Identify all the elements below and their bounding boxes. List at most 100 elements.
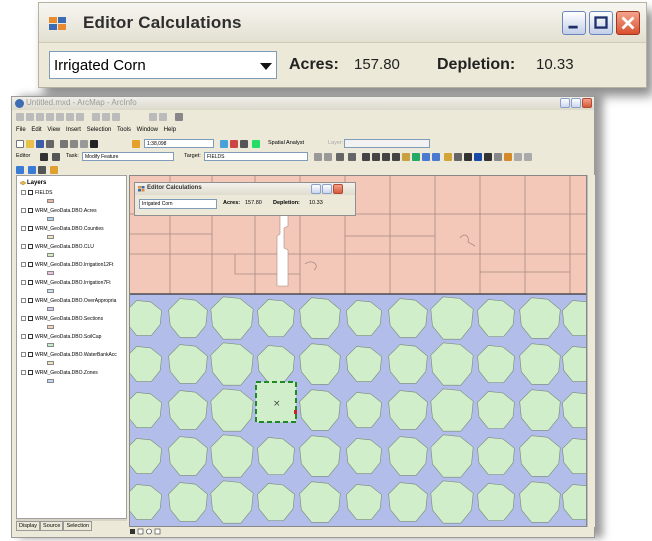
toolbar-icon[interactable] <box>504 153 512 161</box>
toolbar-icon[interactable] <box>392 153 400 161</box>
map-view[interactable]: × Editor Calculations Irrigated Corn Acr… <box>129 175 587 527</box>
menu-help[interactable]: Help <box>164 127 176 133</box>
toc-layer-item[interactable]: WRM_GeoData.DBO.WaterBankAcc <box>21 352 117 362</box>
menu-file[interactable]: File <box>16 127 26 133</box>
toolbar-icon[interactable] <box>26 113 34 121</box>
toolbar-icon[interactable] <box>252 140 260 148</box>
layer-visibility-checkbox[interactable] <box>28 208 33 214</box>
layer-visibility-checkbox[interactable] <box>28 370 33 376</box>
editor-menu[interactable]: Editor <box>16 152 30 161</box>
expand-icon[interactable] <box>21 262 26 268</box>
menu-tools[interactable]: Tools <box>117 127 131 133</box>
toolbar-icon[interactable] <box>336 153 344 161</box>
sketch-tool-icon[interactable] <box>52 153 60 161</box>
layers-root[interactable]: Layers <box>27 180 46 186</box>
toolbar-icon[interactable] <box>16 113 24 121</box>
back-icon[interactable] <box>422 153 430 161</box>
toc-layer-item[interactable]: WRM_GeoData.DBO.Irrigation7Ft <box>21 280 111 290</box>
toolbar-icon[interactable] <box>66 113 74 121</box>
copy-icon[interactable] <box>70 140 78 148</box>
tab-source[interactable]: Source <box>40 521 64 531</box>
expand-icon[interactable] <box>21 280 26 286</box>
toolbar-icon[interactable] <box>46 113 54 121</box>
expand-icon[interactable] <box>21 244 26 250</box>
minimize-button[interactable] <box>562 11 586 35</box>
toolbar-icon[interactable] <box>112 113 120 121</box>
layer-visibility-checkbox[interactable] <box>28 316 33 322</box>
toolbar-icon[interactable] <box>159 113 167 121</box>
arcmap-maximize-button[interactable] <box>571 98 581 108</box>
layer-visibility-checkbox[interactable] <box>28 190 33 196</box>
toc-layer-item[interactable]: WRM_GeoData.DBO.OverAppropria <box>21 298 116 308</box>
expand-icon[interactable] <box>21 370 26 376</box>
toolbar-icon[interactable] <box>102 113 110 121</box>
layer-field[interactable] <box>344 139 430 148</box>
print-icon[interactable] <box>46 140 54 148</box>
toolbar-icon[interactable] <box>28 166 36 174</box>
map-vertical-scrollbar[interactable] <box>587 175 595 527</box>
dialog-crop-dropdown[interactable]: Irrigated Corn <box>139 199 217 209</box>
expand-icon[interactable] <box>21 334 26 340</box>
new-icon[interactable] <box>16 140 24 148</box>
edit-tool-icon[interactable] <box>40 153 48 161</box>
toolbar-icon[interactable] <box>38 166 46 174</box>
tab-display[interactable]: Display <box>16 521 41 531</box>
toolbar-icon[interactable] <box>76 113 84 121</box>
tab-selection[interactable]: Selection <box>63 521 93 531</box>
layer-visibility-checkbox[interactable] <box>28 280 33 286</box>
menu-view[interactable]: View <box>47 127 60 133</box>
map-canvas[interactable]: × <box>130 176 587 527</box>
toolbar-icon[interactable] <box>240 140 248 148</box>
dialog-minimize-button[interactable] <box>311 184 321 194</box>
expand-icon[interactable] <box>21 352 26 358</box>
scale-field[interactable]: 1:38,098 <box>144 139 214 148</box>
expand-icon[interactable] <box>21 316 26 322</box>
layer-visibility-checkbox[interactable] <box>28 334 33 340</box>
toolbar-icon[interactable] <box>220 140 228 148</box>
add-data-icon[interactable] <box>132 140 140 148</box>
layer-visibility-checkbox[interactable] <box>28 244 33 250</box>
toc-layer-item[interactable]: WRM_GeoData.DBO.Acres <box>21 208 97 218</box>
expand-icon[interactable] <box>21 190 26 196</box>
layer-visibility-checkbox[interactable] <box>28 226 33 232</box>
toolbar-icon[interactable] <box>56 113 64 121</box>
expand-icon[interactable] <box>21 298 26 304</box>
identify-icon[interactable] <box>474 153 482 161</box>
delete-icon[interactable] <box>90 140 98 148</box>
toolbar-icon[interactable] <box>494 153 502 161</box>
menu-selection[interactable]: Selection <box>87 127 112 133</box>
dialog-close-button[interactable] <box>333 184 343 194</box>
toolbar-icon[interactable] <box>16 166 24 174</box>
toc-layer-item[interactable]: WRM_GeoData.DBO.Irrigation12Ft <box>21 262 113 272</box>
menu-insert[interactable]: Insert <box>66 127 81 133</box>
toolbar-icon[interactable] <box>324 153 332 161</box>
close-button[interactable] <box>616 11 640 35</box>
maximize-button[interactable] <box>589 11 613 35</box>
save-icon[interactable] <box>36 140 44 148</box>
toc-layer-item[interactable]: WRM_GeoData.DBO.Counties <box>21 226 104 236</box>
toolbar-icon[interactable] <box>36 113 44 121</box>
find-icon[interactable] <box>484 153 492 161</box>
toolbar-icon[interactable] <box>92 113 100 121</box>
toc-layer-item[interactable]: WRM_GeoData.DBO.CLU <box>21 244 94 254</box>
full-extent-icon[interactable] <box>412 153 420 161</box>
arcmap-close-button[interactable] <box>582 98 592 108</box>
open-icon[interactable] <box>26 140 34 148</box>
toolbar-icon[interactable] <box>230 140 238 148</box>
zoom-out-icon[interactable] <box>372 153 380 161</box>
dialog-maximize-button[interactable] <box>322 184 332 194</box>
expand-icon[interactable] <box>21 226 26 232</box>
toolbar-icon[interactable] <box>50 166 58 174</box>
layer-visibility-checkbox[interactable] <box>28 262 33 268</box>
spatial-analyst-menu[interactable]: Spatial Analyst <box>268 139 304 148</box>
select-features-icon[interactable] <box>444 153 452 161</box>
crop-type-dropdown[interactable]: Irrigated Corn <box>49 51 277 79</box>
pan-icon[interactable] <box>402 153 410 161</box>
expand-icon[interactable] <box>21 208 26 214</box>
forward-icon[interactable] <box>432 153 440 161</box>
toolbar-icon[interactable] <box>314 153 322 161</box>
arcmap-minimize-button[interactable] <box>560 98 570 108</box>
menu-window[interactable]: Window <box>137 127 158 133</box>
target-dropdown[interactable]: FIELDS <box>204 152 308 161</box>
toolbar-icon[interactable] <box>149 113 157 121</box>
